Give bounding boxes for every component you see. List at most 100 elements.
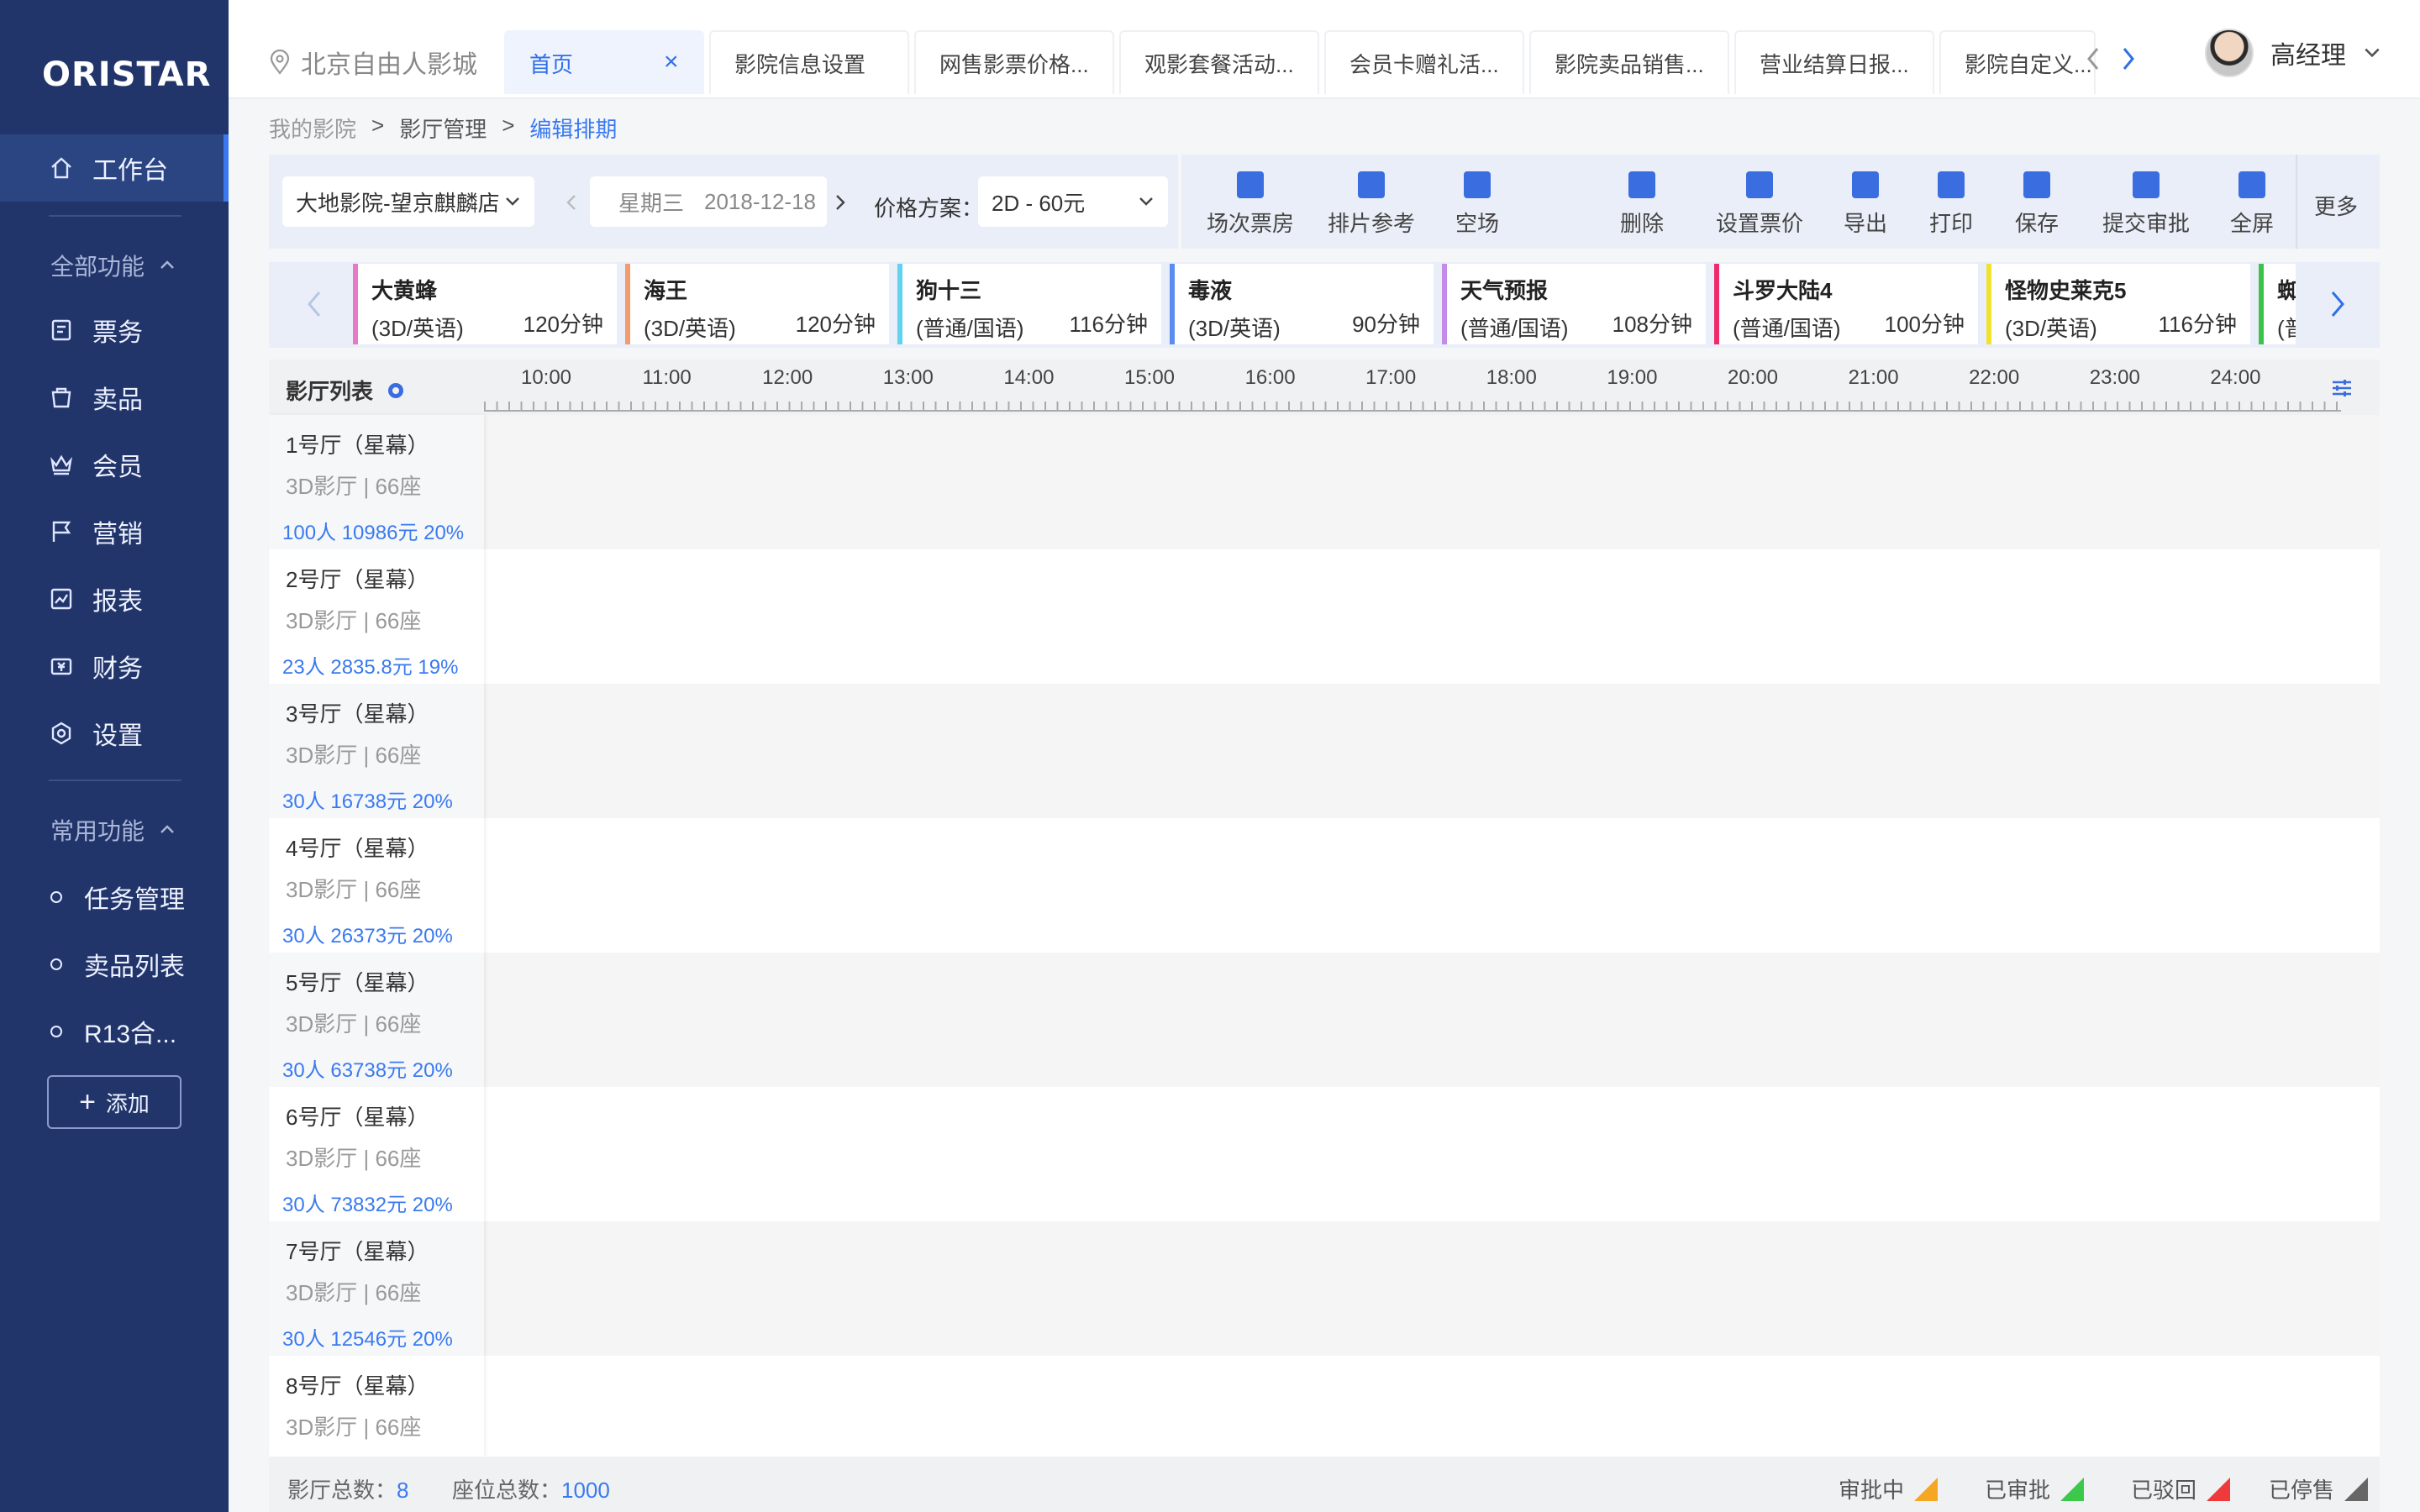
- breadcrumb-my-cinema[interactable]: 我的影院: [269, 113, 356, 144]
- movie-card[interactable]: 海王 (3D/英语) 120分钟: [625, 264, 889, 344]
- schedule-grid[interactable]: [484, 415, 2380, 1457]
- hall-row[interactable]: 2号厅（星幕） 3D影厅 | 66座 23人 2835.8元 19%: [269, 549, 484, 684]
- movie-card[interactable]: 怪物史莱克5 (3D/英语) 116分钟: [1986, 264, 2250, 344]
- legend-label: 已审批: [1985, 1478, 2051, 1503]
- status-triangle-icon: [2344, 1477, 2369, 1501]
- hall-row[interactable]: 3号厅（星幕） 3D影厅 | 66座 30人 16738元 20%: [269, 684, 484, 818]
- schedule-row[interactable]: [484, 684, 2380, 818]
- movie-card[interactable]: 斗罗大陆4 (普通/国语) 100分钟: [1714, 264, 1978, 344]
- trash-icon: [1628, 171, 1655, 198]
- movie-card[interactable]: 毒液 (3D/英语) 90分钟: [1170, 264, 1434, 344]
- movie-card[interactable]: 狗十三 (普通/国语) 116分钟: [897, 264, 1161, 344]
- hall-row[interactable]: 8号厅（星幕）3D影厅 | 66座30人 12546元 20%: [269, 1356, 484, 1457]
- nav-members[interactable]: 会员: [49, 444, 143, 486]
- seat-total: 座位总数：1000: [452, 1473, 610, 1504]
- price-plan-value: 2D - 60元: [992, 190, 1086, 216]
- add-shortcut-button[interactable]: + 添加: [47, 1075, 182, 1129]
- schedule-row[interactable]: [484, 1356, 2380, 1457]
- hall-type: 3D影厅 | 66座: [286, 1146, 422, 1171]
- tab-home[interactable]: 首页 ×: [504, 30, 704, 94]
- hall-row[interactable]: 4号厅（星幕） 3D影厅 | 66座 30人 26373元 20%: [269, 818, 484, 953]
- schedule-row[interactable]: [484, 1087, 2380, 1221]
- movie-duration: 116分钟: [1069, 312, 1148, 337]
- set-price-button[interactable]: 设置票价: [1716, 171, 1803, 238]
- movies-prev-icon[interactable]: [304, 289, 324, 319]
- movie-card[interactable]: 大黄蜂 (3D/英语) 120分钟: [353, 264, 617, 344]
- nav-ticketing[interactable]: 票务: [49, 309, 143, 351]
- tab-label: 会员卡赠礼活...: [1349, 51, 1499, 77]
- gear-icon: [49, 721, 74, 746]
- prev-date-icon[interactable]: [565, 193, 578, 212]
- all-functions-toggle[interactable]: 全部功能: [50, 249, 175, 282]
- schedule-row[interactable]: [484, 549, 2380, 684]
- print-button[interactable]: 打印: [1929, 171, 1973, 238]
- adjust-icon[interactable]: [2331, 378, 2353, 398]
- cinema-location[interactable]: 北京自由人影城: [269, 44, 477, 81]
- delete-button[interactable]: 删除: [1620, 171, 1664, 238]
- hall-row[interactable]: 5号厅（星幕） 3D影厅 | 66座 30人 63738元 20%: [269, 953, 484, 1087]
- export-button[interactable]: 导出: [1844, 171, 1887, 238]
- gear-icon[interactable]: [385, 380, 407, 402]
- tool-label: 全屏: [2230, 211, 2275, 236]
- save-button[interactable]: 保存: [2015, 171, 2059, 238]
- next-date-icon[interactable]: [834, 193, 847, 212]
- user-menu[interactable]: 高经理: [2205, 29, 2381, 77]
- hall-name: 6号厅（星幕）: [286, 1105, 429, 1130]
- nav-concessions[interactable]: 卖品: [49, 376, 143, 418]
- hall-name: 2号厅（星幕）: [286, 567, 429, 592]
- chevron-up-icon: [160, 825, 174, 833]
- tab-daily-report[interactable]: 营业结算日报...: [1734, 30, 1934, 94]
- tabs-prev-icon[interactable]: [2084, 45, 2102, 72]
- price-plan-select[interactable]: 2D - 60元: [978, 176, 1168, 227]
- movie-title: 海王: [644, 278, 688, 303]
- schedule-row[interactable]: [484, 1221, 2380, 1356]
- sidebar-divider: [49, 215, 182, 217]
- common-item-task-management[interactable]: 任务管理: [50, 879, 185, 916]
- schedule-row[interactable]: [484, 818, 2380, 953]
- tab-label: 营业结算日报...: [1760, 51, 1909, 77]
- movie-duration: 120分钟: [523, 312, 603, 337]
- schedule-row[interactable]: [484, 415, 2380, 549]
- time-label: 17:00: [1365, 366, 1417, 389]
- tabs-next-icon[interactable]: [2119, 45, 2138, 72]
- nav-reports[interactable]: 报表: [49, 578, 143, 620]
- nav-marketing[interactable]: 营销: [49, 511, 143, 553]
- nav-ticketing-label: 票务: [92, 319, 143, 347]
- tab-concession-sales[interactable]: 影院卖品销售...: [1529, 30, 1729, 94]
- nav-settings[interactable]: 设置: [49, 712, 143, 754]
- nav-finance[interactable]: 财务: [49, 645, 143, 687]
- tab-online-price[interactable]: 网售影票价格...: [914, 30, 1114, 94]
- movies-next-icon[interactable]: [2328, 289, 2348, 319]
- nav-workbench[interactable]: 工作台: [49, 147, 168, 189]
- empty-session-button[interactable]: 空场: [1455, 171, 1499, 238]
- more-button[interactable]: 更多: [2314, 190, 2358, 221]
- hall-row[interactable]: 1号厅（星幕） 3D影厅 | 66座 100人 10986元 20%: [269, 415, 484, 549]
- fullscreen-button[interactable]: 全屏: [2230, 171, 2274, 238]
- breadcrumb-hall-management[interactable]: 影厅管理: [399, 113, 487, 144]
- common-functions-toggle[interactable]: 常用功能: [50, 813, 175, 847]
- movie-card[interactable]: 蜘 (普: [2259, 264, 2296, 344]
- date-value: 2018-12-18: [704, 188, 817, 214]
- hall-type: 3D影厅 | 66座: [286, 1011, 422, 1037]
- tab-custom[interactable]: 影院自定义...: [1939, 30, 2096, 94]
- time-label: 20:00: [1727, 366, 1779, 389]
- submit-approval-button[interactable]: 提交审批: [2102, 171, 2190, 238]
- close-icon[interactable]: ×: [664, 50, 684, 75]
- hall-row[interactable]: 6号厅（星幕） 3D影厅 | 66座 30人 73832元 20%: [269, 1087, 484, 1221]
- tab-member-gift[interactable]: 会员卡赠礼活...: [1324, 30, 1524, 94]
- date-picker[interactable]: 星期三 2018-12-18: [590, 176, 827, 227]
- upload-icon: [1852, 171, 1879, 198]
- movie-card[interactable]: 天气预报 (普通/国语) 108分钟: [1442, 264, 1706, 344]
- edit-icon: [1746, 171, 1773, 198]
- timeline-header: 影厅列表 10:00 11:00 12:00 13:00 14:00 15:00 16:00…: [269, 360, 2380, 415]
- common-item-concession-list[interactable]: 卖品列表: [50, 946, 185, 983]
- schedule-row[interactable]: [484, 953, 2380, 1087]
- common-item-r13[interactable]: R13合...: [50, 1013, 176, 1050]
- tab-cinema-info[interactable]: 影院信息设置: [709, 30, 909, 94]
- schedule-reference-button[interactable]: 排片参考: [1328, 171, 1415, 238]
- hall-row[interactable]: 7号厅（星幕） 3D影厅 | 66座 30人 12546元 20%: [269, 1221, 484, 1356]
- tab-package-activity[interactable]: 观影套餐活动...: [1119, 30, 1319, 94]
- session-boxoffice-button[interactable]: 场次票房: [1207, 171, 1294, 238]
- status-triangle-icon: [2207, 1477, 2231, 1501]
- cinema-select[interactable]: 大地影院-望京麒麟店: [282, 176, 534, 227]
